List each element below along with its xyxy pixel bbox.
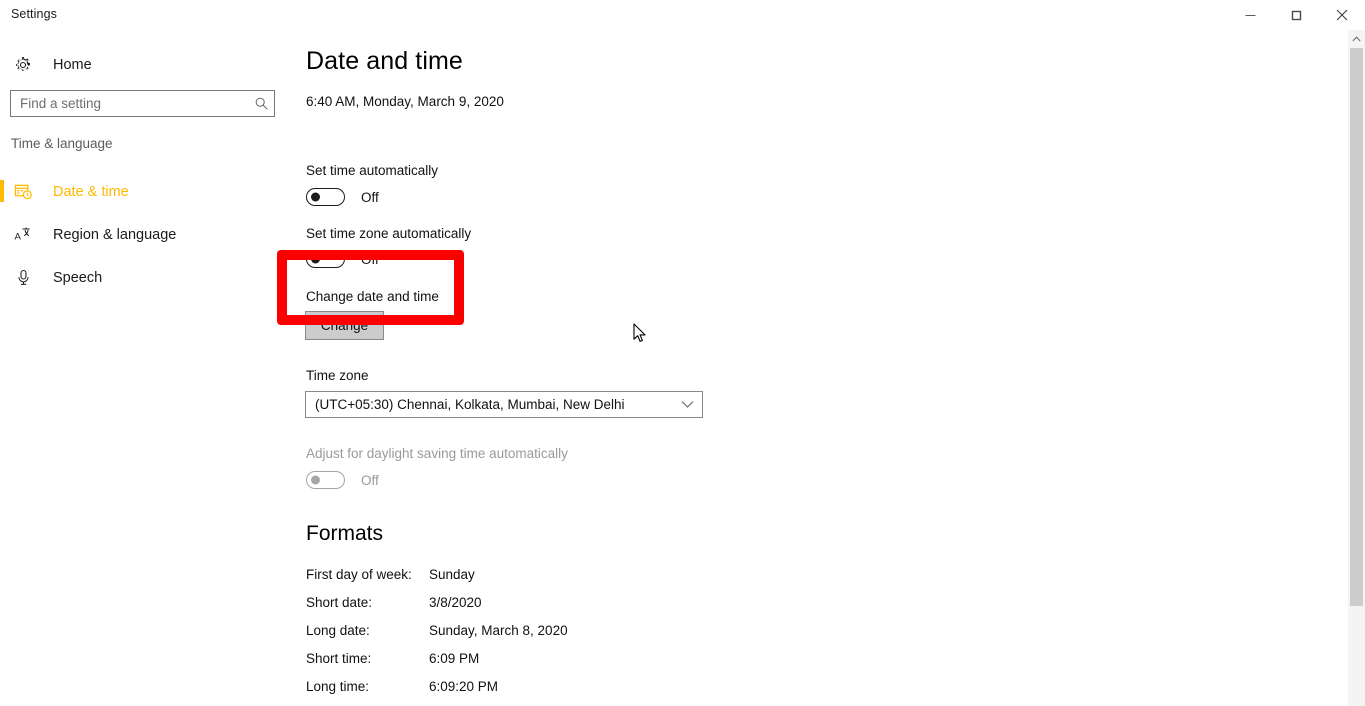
vertical-scrollbar[interactable] <box>1348 30 1365 706</box>
title-bar: Settings <box>0 0 1365 30</box>
sidebar-item-home[interactable]: Home <box>0 48 280 82</box>
formats-table: First day of week: Sunday Short date: 3/… <box>306 567 568 706</box>
format-key: Short time: <box>306 651 372 666</box>
format-key: Short date: <box>306 595 373 610</box>
close-icon <box>1336 9 1348 21</box>
microphone-icon <box>4 268 42 287</box>
toggle-knob <box>311 192 320 202</box>
minimize-button[interactable] <box>1227 0 1273 30</box>
table-row: Short date: 3/8/2020 <box>306 595 568 623</box>
chevron-down-icon <box>672 400 702 409</box>
sidebar-home-label: Home <box>53 57 92 73</box>
daylight-saving-toggle[interactable] <box>306 471 345 489</box>
set-timezone-automatically-row: Off <box>306 250 379 268</box>
search-icon <box>248 96 274 111</box>
maximize-icon <box>1291 10 1301 20</box>
time-zone-value: (UTC+05:30) Chennai, Kolkata, Mumbai, Ne… <box>315 397 625 412</box>
sidebar-item-label: Speech <box>53 269 103 286</box>
table-row: Long date: Sunday, March 8, 2020 <box>306 623 568 651</box>
selection-indicator <box>0 180 4 202</box>
format-value: Sunday, March 8, 2020 <box>429 623 568 638</box>
scroll-up-button[interactable] <box>1348 30 1365 47</box>
mouse-cursor <box>633 323 647 344</box>
language-icon: A <box>4 225 42 244</box>
format-value: 3/8/2020 <box>429 595 482 610</box>
scrollbar-thumb[interactable] <box>1350 48 1363 606</box>
sidebar-item-speech[interactable]: Speech <box>0 256 296 299</box>
search-input[interactable] <box>11 91 248 116</box>
daylight-saving-label: Adjust for daylight saving time automati… <box>306 446 568 461</box>
change-date-time-label: Change date and time <box>306 289 439 304</box>
sidebar-item-date-time[interactable]: Date & time <box>0 170 296 213</box>
sidebar-item-region-language[interactable]: A Region & language <box>0 213 296 256</box>
window-controls <box>1227 0 1365 30</box>
chevron-up-icon <box>1352 35 1361 41</box>
window-title: Settings <box>11 7 57 21</box>
page-title: Date and time <box>306 47 463 75</box>
calendar-clock-icon <box>4 182 42 201</box>
time-zone-dropdown[interactable]: (UTC+05:30) Chennai, Kolkata, Mumbai, Ne… <box>305 391 703 418</box>
svg-text:A: A <box>14 232 21 243</box>
daylight-saving-state: Off <box>361 472 379 488</box>
sidebar-item-label: Date & time <box>53 183 129 200</box>
sidebar-item-label: Region & language <box>53 226 177 243</box>
settings-window: Settings Home Find a setting Time & lang… <box>0 0 1365 706</box>
table-row: Short time: 6:09 PM <box>306 651 568 679</box>
sidebar: Home Time & language <box>0 30 296 706</box>
set-time-automatically-state: Off <box>361 189 379 205</box>
table-row: Long time: 6:09:20 PM <box>306 679 568 706</box>
sidebar-nav: Date & time A Region & language Speech <box>0 170 296 299</box>
format-value: Sunday <box>429 567 475 582</box>
maximize-button[interactable] <box>1273 0 1319 30</box>
format-value: 6:09 PM <box>429 651 480 666</box>
daylight-saving-row: Off <box>306 471 379 489</box>
format-key: Long time: <box>306 679 370 694</box>
format-key: Long date: <box>306 623 370 638</box>
format-value: 6:09:20 PM <box>429 679 499 694</box>
sidebar-group-title: Time & language <box>11 136 113 151</box>
time-zone-label: Time zone <box>306 368 369 383</box>
set-timezone-automatically-label: Set time zone automatically <box>306 226 472 241</box>
main-content: Date and time 6:40 AM, Monday, March 9, … <box>277 30 1341 706</box>
toggle-knob <box>311 475 320 485</box>
search-box[interactable] <box>10 90 275 117</box>
close-button[interactable] <box>1319 0 1365 30</box>
set-timezone-automatically-toggle[interactable] <box>306 250 345 268</box>
toggle-knob <box>311 254 320 264</box>
minimize-icon <box>1245 14 1255 16</box>
change-button[interactable]: Change <box>305 311 384 340</box>
set-time-automatically-toggle[interactable] <box>306 188 345 206</box>
format-key: First day of week: <box>306 567 412 582</box>
set-time-automatically-label: Set time automatically <box>306 163 439 178</box>
set-timezone-automatically-state: Off <box>361 251 379 267</box>
set-time-automatically-row: Off <box>306 188 379 206</box>
formats-heading: Formats <box>306 522 384 545</box>
table-row: First day of week: Sunday <box>306 567 568 595</box>
current-datetime: 6:40 AM, Monday, March 9, 2020 <box>306 94 504 109</box>
gear-icon <box>4 56 42 74</box>
